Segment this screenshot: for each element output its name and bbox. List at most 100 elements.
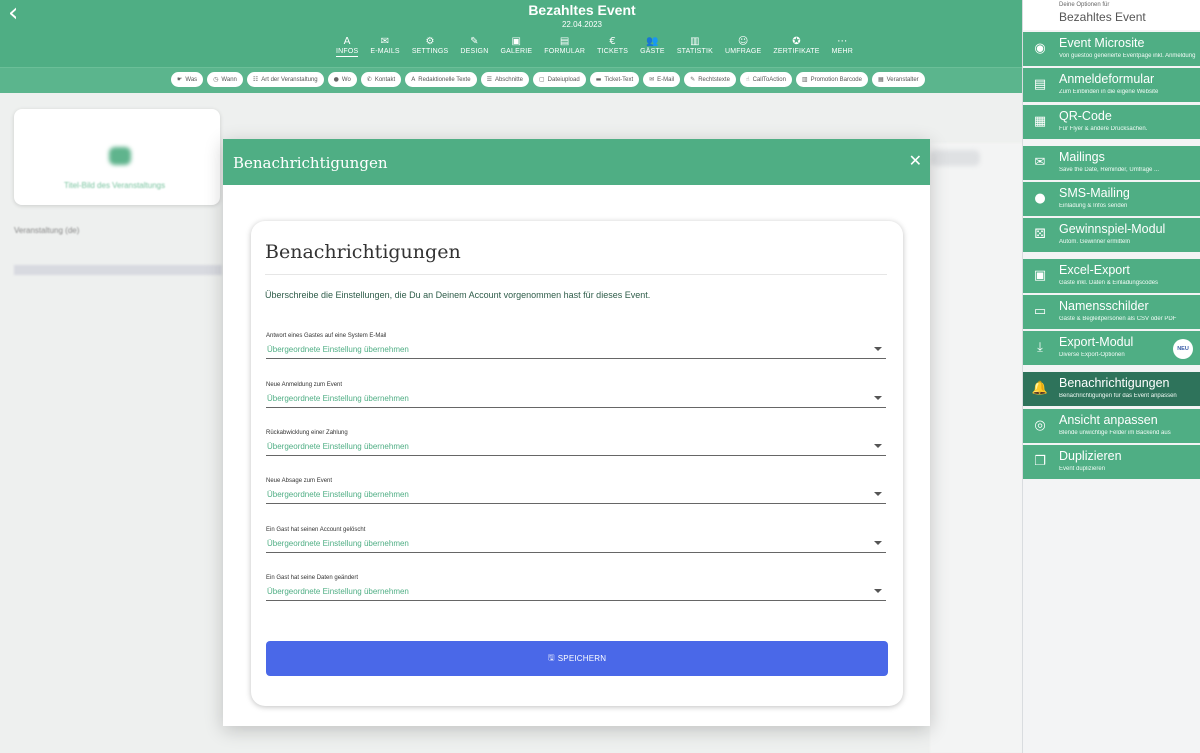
option-subtitle: Für Flyer & andere Drucksachen.: [1059, 126, 1148, 132]
divider: [265, 274, 887, 275]
notification-select[interactable]: Neue Absage zum Event Übergeordnete Einst…: [266, 478, 886, 504]
option-excel-export[interactable]: ▣ Excel-Export Gäste inkl. Daten & Einladu…: [1023, 259, 1200, 293]
tab-label: STATISTIK: [676, 48, 713, 55]
option-title: Mailings: [1059, 150, 1105, 164]
tab-label: TICKETS: [597, 48, 629, 55]
option-title: Benachrichtigungen: [1059, 376, 1170, 390]
tab-label: ZERTIFIKATE: [773, 48, 820, 55]
tab-infos[interactable]: A INFOS: [336, 36, 359, 57]
option-gewinnspiel-modul[interactable]: ⚄ Gewinnspiel-Modul Autom. Gewinner ermitt…: [1023, 218, 1200, 252]
notifications-modal: Benachrichtigungen ✕ Benachrichtigungen …: [223, 139, 930, 726]
qr-code-icon: ▦: [1033, 114, 1047, 129]
select-label: Rückabwicklung einer Zahlung: [266, 430, 348, 436]
option-title: Anmeldeformular: [1059, 72, 1155, 86]
eye-slash-icon: ◎: [1034, 418, 1046, 433]
save-button[interactable]: 🖫 SPEICHERN: [266, 641, 888, 676]
tab-statistik[interactable]: ▥ STATISTIK: [677, 36, 713, 57]
option-ansicht-anpassen[interactable]: ◎ Ansicht anpassen Blende unwichtige Felde…: [1023, 409, 1200, 443]
tab-mehr-icon: ⋯: [837, 36, 848, 47]
select-value: Übergeordnete Einstellung übernehmen: [267, 345, 409, 354]
tab-g-ste[interactable]: 👥 GÄSTE: [640, 36, 665, 57]
tab-tickets[interactable]: € TICKETS: [597, 36, 628, 57]
option-namensschilder[interactable]: ▭ Namensschilder Gäste & Begleitpersonen a…: [1023, 295, 1200, 329]
chevron-down-icon: [874, 396, 882, 400]
envelope-open-icon: ✉: [1034, 155, 1046, 170]
notification-select[interactable]: Rückabwicklung einer Zahlung Übergeordnet…: [266, 430, 886, 456]
tab-label: MEHR: [831, 48, 854, 55]
chip-dateiupload-icon: ▢: [538, 76, 545, 83]
chip-redaktionelle-texte[interactable]: A Redaktionelle Texte: [405, 72, 477, 87]
card-description: Überschreibe die Einstellungen, die Du a…: [265, 290, 651, 300]
chip-label: Ticket-Text: [604, 76, 634, 83]
chip-was[interactable]: ☛ Was: [171, 72, 204, 87]
chip-wo[interactable]: ● Wo: [327, 72, 357, 87]
option-mailings[interactable]: ✉ Mailings Save the Date, Reminder, Umfrag…: [1023, 146, 1200, 180]
select-label: Ein Gast hat seine Daten geändert: [266, 575, 359, 581]
tab-design[interactable]: ✎ DESIGN: [460, 36, 488, 57]
tab-settings[interactable]: ⚙ SETTINGS: [412, 36, 449, 57]
chip-label: Wann: [221, 76, 237, 83]
chip-label: Dateiupload: [547, 76, 580, 83]
option-sms-mailing[interactable]: ● SMS-Mailing Einladung & Infos senden: [1023, 182, 1200, 216]
chip-label: Art der Veranstaltung: [261, 76, 318, 83]
chip-ticket-text[interactable]: ▬ Ticket-Text: [589, 72, 640, 87]
option-title: SMS-Mailing: [1059, 186, 1130, 200]
app-header: ‹ Bezahltes Event 22.04.2023 A INFOS ✉ E-MA…: [0, 0, 1200, 67]
select-value: Übergeordnete Einstellung übernehmen: [267, 490, 409, 499]
chip-art-der-veranstaltung[interactable]: ☷ Art der Veranstaltung: [246, 72, 324, 87]
options-panel-title: Bezahltes Event: [1059, 10, 1146, 24]
option-duplizieren[interactable]: ❐ Duplizieren Event duplizieren: [1023, 445, 1200, 479]
chip-e-mail[interactable]: ✉ E-Mail: [643, 72, 681, 87]
chip-rechtstexte[interactable]: ✎ Rechtstexte: [684, 72, 736, 87]
chip-dateiupload[interactable]: ▢ Dateiupload: [532, 72, 586, 87]
background-image-card: Titel-Bild des Veranstaltungs: [14, 109, 220, 205]
option-export-modul[interactable]: ⤓ Export-Modul Diverse Export-Optionen NEU: [1023, 331, 1200, 365]
chip-kontakt[interactable]: ✆ Kontakt: [360, 72, 402, 87]
chip-wann[interactable]: ◷ Wann: [207, 72, 243, 87]
tab-umfrage[interactable]: ☺ UMFRAGE: [725, 36, 761, 57]
chip-label: E-Mail: [657, 76, 675, 83]
tab-label: E-MAILS: [370, 48, 400, 55]
event-title: Bezahltes Event: [528, 2, 636, 18]
code-file-icon: ▤: [1033, 77, 1047, 92]
chip-label: CallToAction: [752, 76, 786, 83]
option-event-microsite[interactable]: ◉ Event Microsite Von guestoo generierte E…: [1023, 32, 1200, 66]
chevron-down-icon: [874, 541, 882, 545]
option-subtitle: Save the Date, Reminder, Umfrage ...: [1059, 167, 1160, 173]
tab-mehr[interactable]: ⋯ MEHR: [832, 36, 853, 57]
tab-zertifikate[interactable]: ✪ ZERTIFIKATE: [773, 36, 819, 57]
option-benachrichtigungen[interactable]: 🔔 Benachrichtigungen Benachrichtigungen fü…: [1023, 372, 1200, 406]
option-qr-code[interactable]: ▦ QR-Code Für Flyer & andere Drucksachen.: [1023, 105, 1200, 139]
chip-art-der-veranstaltung-icon: ☷: [252, 76, 259, 83]
tab-statistik-icon: ▥: [690, 36, 700, 47]
chevron-down-icon: [874, 589, 882, 593]
tab-formular[interactable]: ▤ FORMULAR: [544, 36, 585, 57]
main-tabs: A INFOS ✉ E-MAILS ⚙ SETTINGS ✎ DESIGN ▣ GALERIE ▤ F…: [330, 36, 859, 57]
option-title: Excel-Export: [1059, 263, 1130, 277]
bell-icon: 🔔: [1031, 381, 1049, 396]
tab-label: FORMULAR: [544, 48, 586, 55]
save-icon: 🖫: [547, 652, 555, 662]
tab-e-mails[interactable]: ✉ E-MAILS: [370, 36, 399, 57]
chip-calltoaction[interactable]: ☝ CallToAction: [739, 72, 792, 87]
tab-label: INFOS: [336, 48, 359, 55]
chip-label: Abschnitte: [494, 76, 523, 83]
chip-promotion-barcode[interactable]: ▥ Promotion Barcode: [795, 72, 868, 87]
chip-wo-icon: ●: [333, 76, 339, 83]
chip-abschnitte[interactable]: ☰ Abschnitte: [480, 72, 529, 87]
chip-veranstalter[interactable]: ▦ Veranstalter: [871, 72, 925, 87]
option-anmeldeformular[interactable]: ▤ Anmeldeformular Zum Einbinden in die eig…: [1023, 68, 1200, 102]
chip-veranstalter-icon: ▦: [877, 76, 884, 83]
close-button[interactable]: ✕: [909, 151, 922, 170]
chip-ticket-text-icon: ▬: [595, 76, 602, 83]
tab-e-mails-icon: ✉: [380, 36, 390, 47]
notification-select[interactable]: Antwort eines Gastes auf eine System E-M…: [266, 333, 886, 359]
tab-galerie[interactable]: ▣ GALERIE: [500, 36, 532, 57]
tab-tickets-icon: €: [609, 36, 616, 47]
select-value: Übergeordnete Einstellung übernehmen: [267, 394, 409, 403]
notification-select[interactable]: Ein Gast hat seinen Account gelöscht Über…: [266, 527, 886, 553]
notification-select[interactable]: Neue Anmeldung zum Event Übergeordnete Ei…: [266, 382, 886, 408]
tab-label: UMFRAGE: [724, 48, 762, 55]
notification-select[interactable]: Ein Gast hat seine Daten geändert Übergeo…: [266, 575, 886, 601]
tab-g-ste-icon: 👥: [646, 36, 659, 47]
